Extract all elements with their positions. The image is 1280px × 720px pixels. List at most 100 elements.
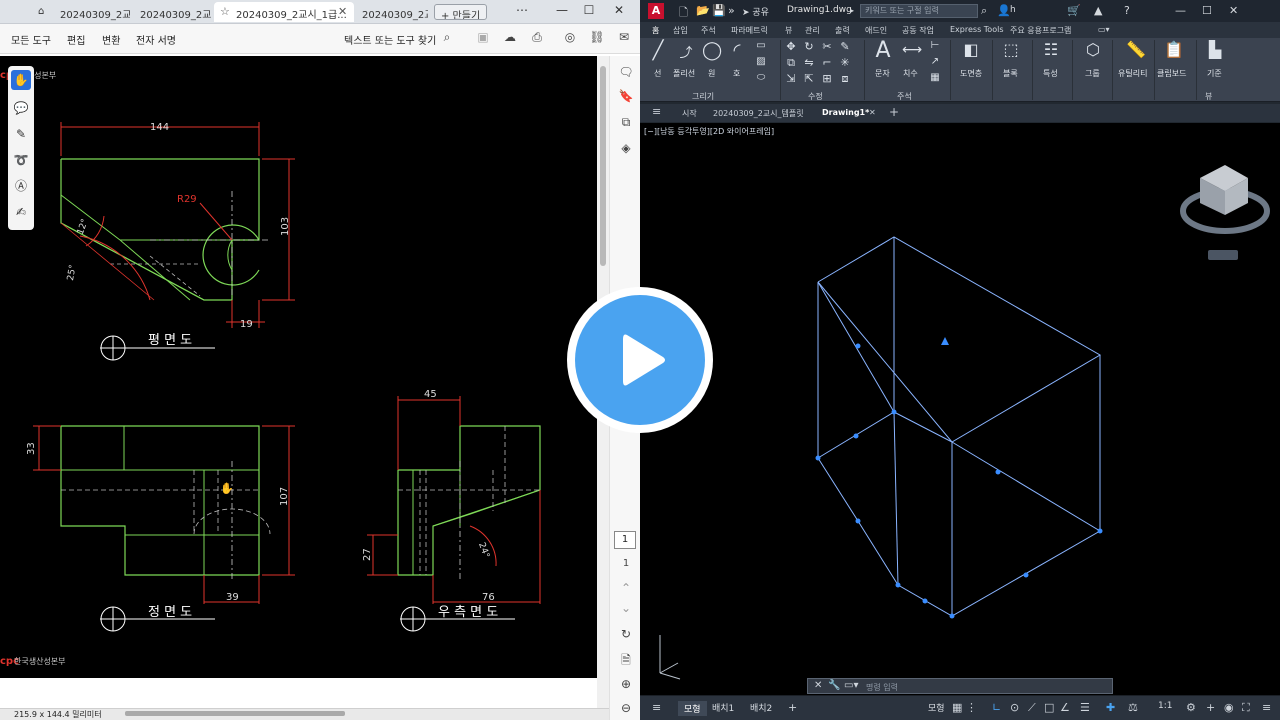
lineweight-icon[interactable]: ☰ (1080, 701, 1090, 714)
osnap-icon[interactable]: □ (1044, 701, 1054, 714)
doc-tab-start[interactable]: 시작 (682, 108, 697, 119)
rectangle-tool-icon[interactable]: ▭ (752, 40, 770, 51)
open-file-icon[interactable]: 📂 (696, 4, 710, 17)
menu-e-sign[interactable]: 전자 서명 (136, 32, 176, 47)
otrack-icon[interactable]: ∠ (1060, 701, 1070, 714)
annotation-panel-title[interactable]: 주석 (897, 91, 912, 102)
move-icon[interactable]: ✥ (782, 40, 800, 53)
tab-manage[interactable]: 관리 (805, 25, 820, 36)
pdf-page-canvas[interactable]: cpc 국생산성본부 144 (0, 56, 597, 678)
bookmarks-icon[interactable]: 🔖 (616, 86, 636, 106)
save-page-icon[interactable]: 🗎 (616, 650, 636, 670)
ortho-icon[interactable]: ∟ (992, 701, 1001, 714)
mail-icon[interactable]: ✉ (615, 30, 633, 48)
pdf-vertical-scroll-thumb[interactable] (600, 66, 606, 266)
layout-tab-layout2[interactable]: 배치2 (750, 701, 772, 714)
share-button[interactable]: ➤ 공유 (742, 5, 769, 18)
menu-all-tools[interactable]: 모든 도구 (11, 32, 51, 47)
erase-icon[interactable]: ✎ (836, 40, 854, 53)
zoom-in-icon[interactable]: ⊕ (616, 674, 636, 694)
autodesk-app-icon[interactable]: ▲ (1094, 4, 1102, 17)
stretch-icon[interactable]: ⇲ (782, 72, 800, 85)
annotation-monitor-icon[interactable]: ✚ (1106, 701, 1115, 714)
grid-icon[interactable]: ▦ (952, 701, 962, 714)
tab-document-3[interactable]: 20240309_2교시_1급... (214, 2, 354, 22)
arc-tool-icon[interactable]: ◜ (728, 40, 746, 61)
quick-access-more-icon[interactable]: » (728, 4, 735, 17)
print-icon[interactable]: ⎙ (528, 30, 546, 48)
add-layout-icon[interactable]: + (788, 701, 797, 714)
tab-insert[interactable]: 삽입 (673, 25, 688, 36)
menu-convert[interactable]: 변환 (102, 32, 120, 47)
circle-tool-icon[interactable]: ◯ (702, 40, 722, 61)
maximize-icon[interactable]: ☐ (1202, 4, 1212, 17)
ellipse-tool-icon[interactable]: ⬭ (752, 72, 770, 83)
tab-document-2[interactable]: 20240309_2교... (132, 2, 212, 22)
sign-tool-icon[interactable]: ✍ (11, 202, 31, 222)
customize-status-icon[interactable]: ≡ (1262, 701, 1271, 714)
tab-home[interactable]: 홈 (652, 25, 659, 36)
tab-document-1[interactable]: 20240309_2교... (52, 2, 130, 22)
video-play-button[interactable] (567, 287, 713, 433)
minimize-icon[interactable]: — (552, 3, 572, 17)
polar-icon[interactable]: ⊙ (1010, 701, 1019, 714)
command-input[interactable]: 명령 입력 (866, 682, 898, 693)
maximize-icon[interactable]: ☐ (579, 3, 599, 17)
upload-icon[interactable]: ☁ (501, 30, 519, 48)
doc-tab-drawing1[interactable]: Drawing1* (822, 108, 869, 117)
help-icon[interactable]: ? (1124, 4, 1130, 17)
close-tab-icon[interactable]: ✕ (869, 108, 876, 117)
layout-tab-model[interactable]: 모형 (678, 701, 707, 716)
copy-icon[interactable]: ⧉ (782, 56, 800, 70)
base-icon[interactable]: ▙ (1206, 40, 1224, 59)
comment-tool-icon[interactable]: 💬 (11, 98, 31, 118)
pdf-horizontal-scroll-thumb[interactable] (125, 711, 345, 716)
layers-label[interactable]: 도면층 (960, 68, 982, 79)
draw-panel-title[interactable]: 그리기 (692, 91, 714, 102)
save-icon[interactable]: ▣ (474, 30, 492, 48)
save-icon[interactable]: 💾 (712, 4, 726, 17)
customize-icon[interactable]: 🔧 (828, 680, 840, 691)
page-number-current[interactable]: 1 (614, 531, 636, 549)
layout-tab-layout1[interactable]: 배치1 (712, 701, 734, 714)
leader-icon[interactable]: ↗ (926, 56, 944, 67)
pages-icon[interactable]: ⧉ (616, 112, 636, 132)
view-panel-title[interactable]: 뷰 (1205, 91, 1212, 102)
layers-icon[interactable]: ◈ (616, 138, 636, 158)
isolate-icon[interactable]: ◉ (1224, 701, 1234, 714)
tab-featured-apps[interactable]: 주요 응용프로그램 (1010, 25, 1071, 36)
block-icon[interactable]: ⬚ (1002, 40, 1020, 59)
rotate-icon[interactable]: ↻ (800, 40, 818, 53)
close-window-icon[interactable]: ✕ (1229, 4, 1238, 17)
base-label[interactable]: 기준 (1207, 68, 1222, 79)
properties-icon[interactable]: ☷ (1042, 40, 1060, 59)
search-icon[interactable]: ⌕ (438, 30, 456, 48)
block-label[interactable]: 블록 (1003, 68, 1018, 79)
text-box-tool-icon[interactable]: Ⓐ (11, 176, 31, 196)
properties-label[interactable]: 특성 (1043, 68, 1058, 79)
utilities-icon[interactable]: 📏 (1126, 40, 1146, 59)
explode-icon[interactable]: ✳ (836, 56, 854, 69)
pen-tool-icon[interactable]: ✎ (11, 124, 31, 144)
doc-tab-template[interactable]: 20240309_2교시_템플릿 (713, 108, 804, 119)
annotation-scale-icon[interactable]: ⚖ (1128, 701, 1138, 714)
add-icon[interactable]: + (1206, 701, 1215, 714)
page-up-icon[interactable]: ⌃ (616, 578, 636, 598)
dimension-tool-icon[interactable]: ⟷ (902, 42, 922, 58)
offset-icon[interactable]: ⧈ (836, 72, 854, 86)
star-icon[interactable]: ☆ (220, 5, 230, 18)
scale-icon[interactable]: ⇱ (800, 72, 818, 85)
isodraft-icon[interactable]: ⟋ (1028, 701, 1036, 715)
hand-tool-icon[interactable]: ✋ (11, 70, 31, 90)
workspace-gear-icon[interactable]: ⚙ (1186, 701, 1196, 714)
annotation-scale-value[interactable]: 1:1 (1158, 701, 1172, 711)
search-icon[interactable]: ⌕ (981, 4, 987, 18)
group-label[interactable]: 그룹 (1085, 68, 1100, 79)
model-space-toggle[interactable]: 모형 (928, 701, 945, 714)
linear-dim-icon[interactable]: ⊢ (926, 40, 944, 51)
more-icon[interactable]: ⋯ (512, 3, 532, 17)
close-command-icon[interactable]: ✕ (814, 680, 822, 691)
comments-panel-icon[interactable]: 🗨 (616, 62, 636, 82)
text-tool-icon[interactable]: A (874, 38, 892, 63)
utilities-label[interactable]: 유틸리티 (1118, 68, 1147, 79)
